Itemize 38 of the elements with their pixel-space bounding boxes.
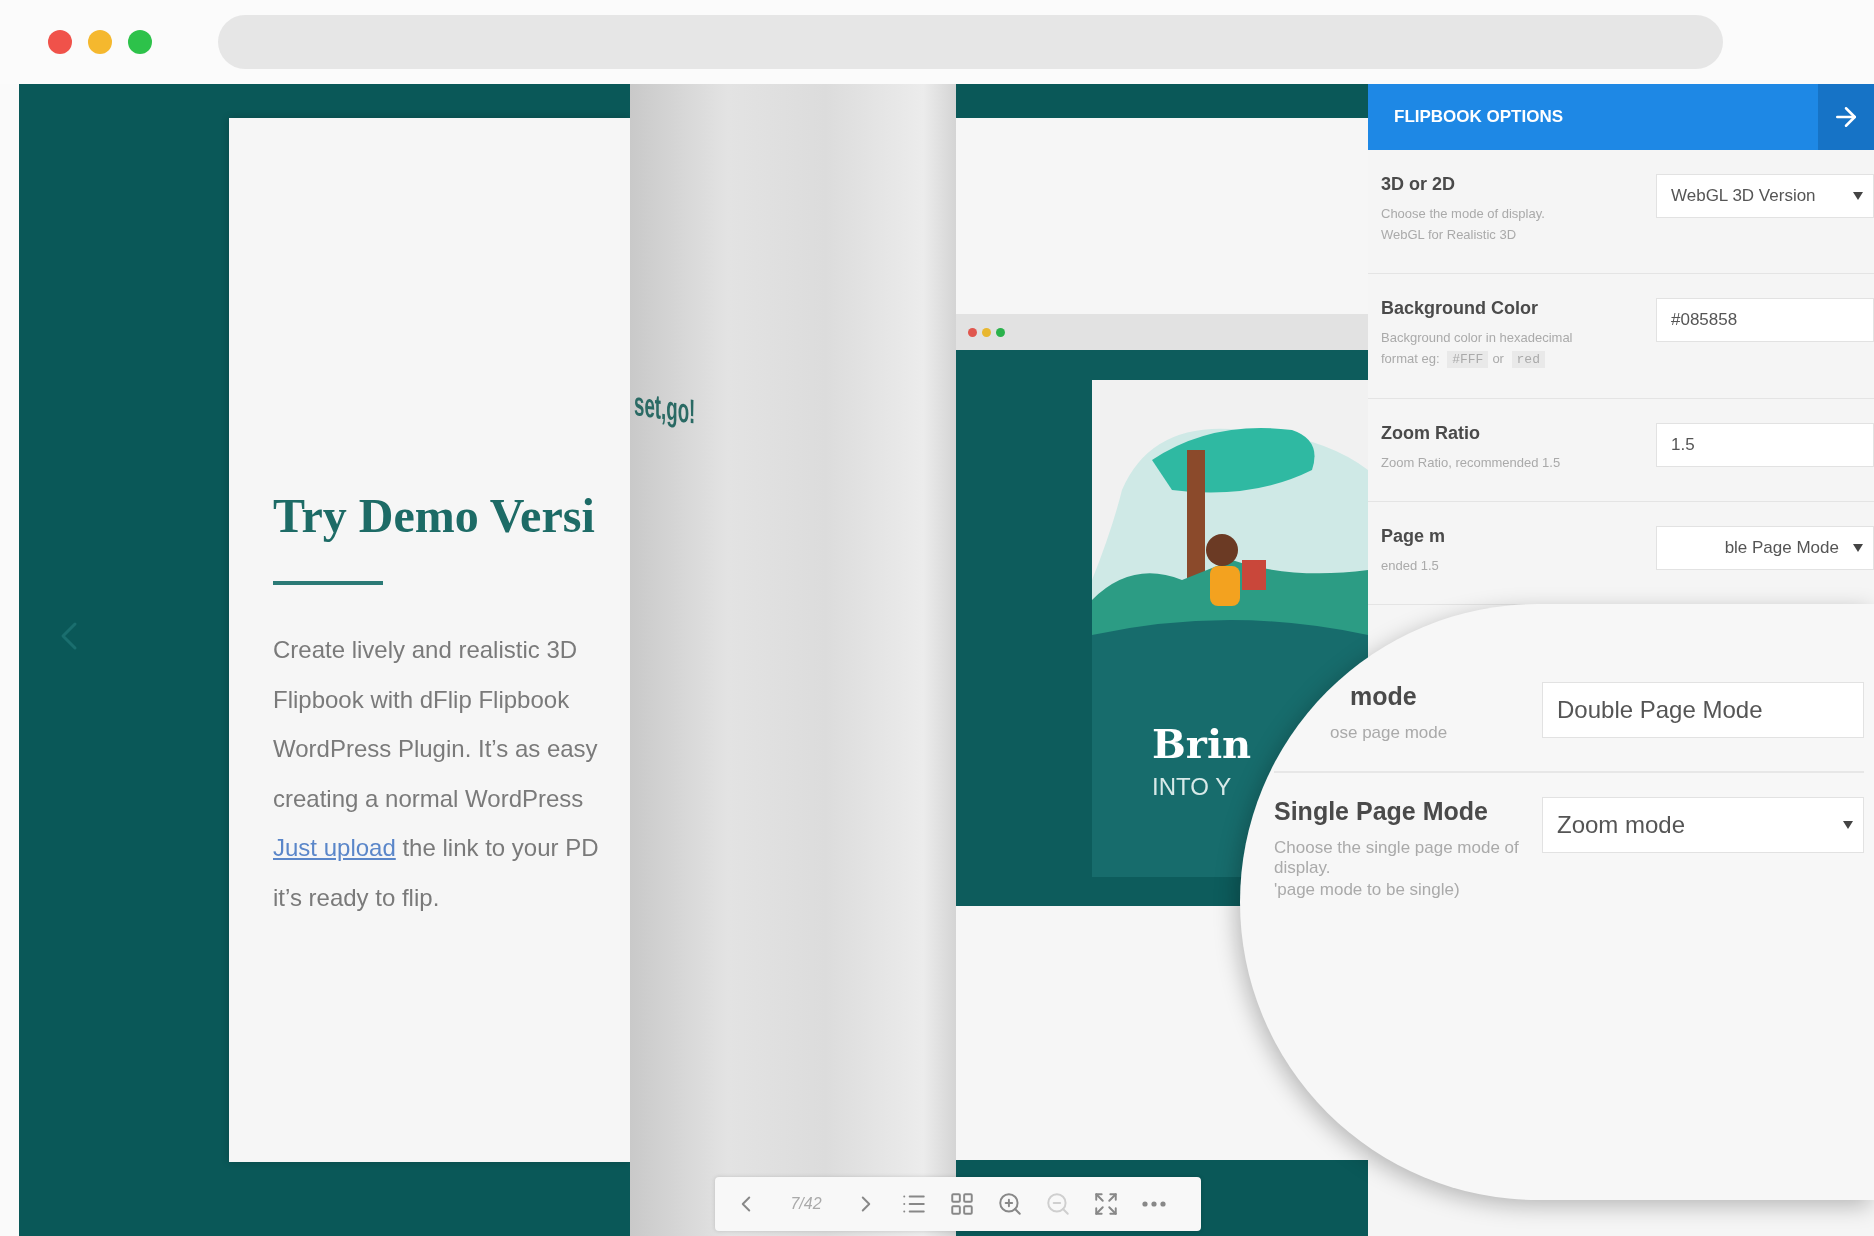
select-field[interactable]: WebGL 3D Version: [1656, 174, 1874, 218]
window-control-dot[interactable]: [88, 30, 112, 54]
option-label: mode: [1349, 682, 1418, 711]
grid-icon: [949, 1191, 975, 1217]
option-description: Choose the mode of display. WebGL for Realistic 3D: [1381, 205, 1546, 244]
select-field[interactable]: Zoom mode: [1542, 797, 1864, 853]
option-label: Background Color: [1381, 298, 1539, 319]
window-control-dot[interactable]: [48, 30, 72, 54]
caret-icon: [1853, 192, 1863, 200]
select-field[interactable]: Double Page Mode: [1542, 682, 1864, 738]
option-description: ended 1.5: [1381, 557, 1440, 575]
collapse-button[interactable]: [1818, 84, 1874, 150]
option-description: Zoom Ratio, recommended 1.5: [1381, 454, 1562, 472]
cover-title: Brin: [1152, 720, 1252, 767]
option-label: Zoom Ratio: [1381, 423, 1481, 444]
page-heading-fragment: set,go!: [634, 384, 696, 432]
input-field[interactable]: #085858: [1656, 298, 1874, 342]
expand-arrows-icon: [1093, 1191, 1119, 1217]
page-title: Try Demo Versi: [273, 488, 596, 543]
caret-icon: [1853, 544, 1863, 552]
zoom-in-icon: [997, 1191, 1023, 1217]
window-control-dot[interactable]: [128, 30, 152, 54]
option-description: Background color in hexadecimal format eg: #FFF or red: [1381, 329, 1574, 370]
option-label: Page m: [1381, 526, 1447, 547]
option-label: Single Page Mode: [1274, 797, 1489, 826]
input-field[interactable]: 1.5: [1656, 423, 1874, 467]
page-paragraph: Create lively and realistic 3D Flipbook with dFlip Flipbook WordPress Plugin. It’s as easy creating a normal WordPress Just upload the link to your PD it’s ready to flip.: [273, 635, 600, 913]
zoom-out-icon: [1045, 1191, 1071, 1217]
cover-subtitle: INTO Y: [1152, 773, 1232, 801]
option-description: 'page mode to be single): [1274, 880, 1461, 900]
select-field[interactable]: ble Page Mode: [1656, 526, 1874, 570]
option-label: 3D or 2D: [1381, 174, 1457, 195]
ellipsis-icon: [1142, 1201, 1166, 1207]
caret-icon: [1843, 821, 1853, 829]
option-description: ose page mode: [1329, 723, 1449, 743]
panel-title: FLIPBOOK OPTIONS: [1394, 107, 1564, 127]
page-number: 7/42: [789, 1195, 823, 1213]
option-description: Choose the single page mode of display.: [1274, 838, 1520, 878]
